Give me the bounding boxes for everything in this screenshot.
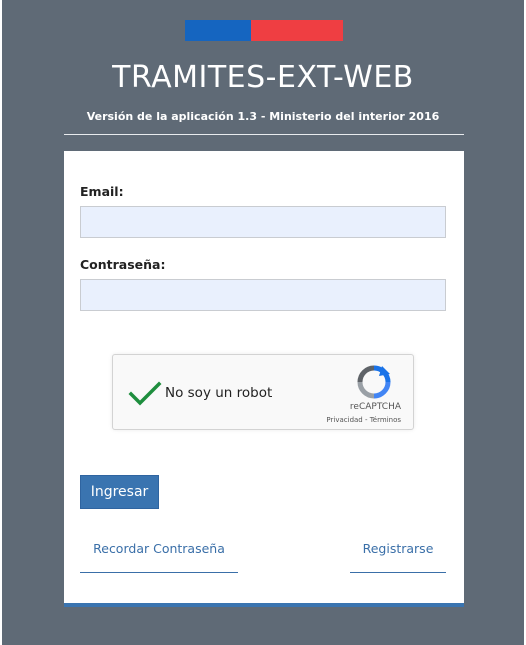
login-card: Email: Contraseña: No soy un robot reCAP…	[64, 151, 464, 607]
checkmark-icon[interactable]	[127, 375, 163, 411]
recaptcha-label: No soy un robot	[165, 385, 273, 401]
password-field[interactable]	[80, 279, 446, 311]
recover-password-link[interactable]: Recordar Contraseña	[80, 541, 238, 573]
recaptcha-logo-icon	[357, 365, 391, 399]
password-label: Contraseña:	[80, 257, 166, 272]
register-link[interactable]: Registrarse	[350, 541, 446, 573]
recaptcha-links[interactable]: Privacidad - Términos	[326, 416, 401, 424]
chile-flag-icon	[185, 20, 343, 41]
recaptcha-brand: reCAPTCHA	[349, 402, 401, 412]
login-page: TRAMITES-EXT-WEB Versión de la aplicació…	[2, 0, 524, 645]
login-button[interactable]: Ingresar	[80, 475, 159, 509]
flag-red-stripe	[251, 20, 343, 41]
app-subtitle: Versión de la aplicación 1.3 - Ministeri…	[86, 110, 440, 123]
email-field[interactable]	[80, 206, 446, 238]
app-title: TRAMITES-EXT-WEB	[112, 60, 414, 95]
email-label: Email:	[80, 184, 124, 199]
flag-blue-stripe	[185, 20, 251, 41]
header-divider	[64, 134, 464, 135]
recaptcha-widget: No soy un robot reCAPTCHA Privacidad - T…	[112, 354, 414, 430]
